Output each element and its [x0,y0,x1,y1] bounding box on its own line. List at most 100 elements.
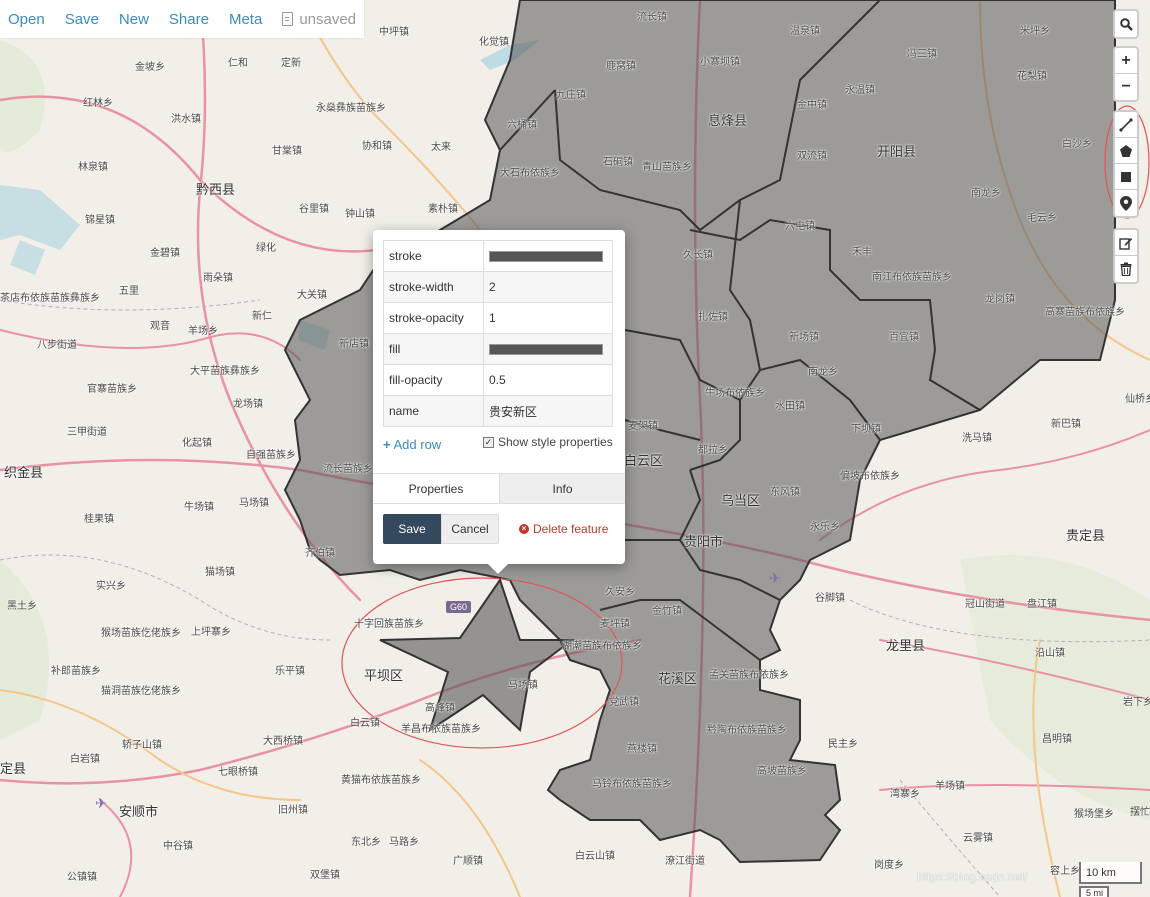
draw-polygon-button[interactable] [1115,138,1137,164]
svg-text:✈: ✈ [95,796,107,812]
color-swatch[interactable] [489,343,603,355]
place-label: 齐伯镇 [305,548,335,559]
place-label: 马路乡 [389,837,419,848]
zoom-out-button[interactable]: − [1115,74,1137,100]
meta-button[interactable]: Meta [229,11,262,28]
search-button[interactable] [1115,11,1137,37]
place-label: 五里 [119,286,139,297]
route-shield: G60 [446,601,472,613]
place-label: 雨朵镇 [203,273,233,284]
delete-circle-icon: × [519,524,529,534]
place-label: 大关镇 [297,290,327,301]
place-label: 金坡乡 [135,62,165,73]
property-key[interactable]: fill-opacity [383,364,484,396]
property-value[interactable]: 1 [483,302,613,334]
place-label: 定新 [281,58,301,69]
edit-layers-button[interactable] [1115,230,1137,256]
property-value[interactable]: 0.5 [483,364,613,396]
place-label: 冠山街道 [965,599,1005,610]
place-label: 百宜镇 [889,332,919,343]
tab-info[interactable]: Info [499,474,625,503]
property-key[interactable]: fill [383,333,484,365]
place-label: 官寨苗族乡 [87,384,137,395]
place-label: 息烽县 [708,114,748,129]
place-label: 乌当区 [721,494,761,509]
show-style-toggle[interactable]: ✓ Show style properties [483,435,613,449]
show-style-checkbox[interactable]: ✓ [483,436,494,448]
place-label: 九庄镇 [556,90,586,101]
place-label: 上坪寨乡 [191,627,231,638]
place-label: 花溪区 [658,672,698,687]
place-label: 金中镇 [797,100,827,111]
property-row: name 贵安新区 [383,395,613,427]
place-label: 绿化 [256,243,276,254]
place-label: 大石布依族乡 [500,168,560,179]
place-label: 龙里县 [886,639,926,654]
draw-marker-button[interactable] [1115,190,1137,216]
place-label: 黔陶布依族苗族乡 [707,725,787,736]
place-label: 双堡镇 [310,870,340,881]
place-label: 东风镇 [770,487,800,498]
open-button[interactable]: Open [8,11,45,28]
delete-feature-label: Delete feature [533,522,609,536]
place-label: 民主乡 [828,739,858,750]
tab-properties[interactable]: Properties [373,474,499,503]
place-label: 水田镇 [775,401,805,412]
popup-save-button[interactable]: Save [383,514,441,544]
place-label: 三甲街道 [67,427,107,438]
place-label: 十字回族苗族乡 [354,619,424,630]
save-button[interactable]: Save [65,11,99,28]
share-button[interactable]: Share [169,11,209,28]
watermark: https://blog.csdn.net/ [917,870,1028,884]
place-label: 贵定县 [1066,529,1106,544]
draw-rectangle-button[interactable] [1115,164,1137,190]
zoom-in-button[interactable]: + [1115,48,1137,74]
delete-feature-button[interactable]: × Delete feature [519,522,608,536]
place-label: 小寨坝镇 [700,57,740,68]
property-key[interactable]: name [383,395,484,427]
draw-line-button[interactable] [1115,112,1137,138]
place-label: 金碧镇 [150,248,180,259]
place-label: 下坝镇 [851,424,881,435]
place-label: 久安乡 [605,587,635,598]
property-value[interactable] [483,240,613,272]
place-label: 洗马镇 [962,433,992,444]
place-label: 中谷镇 [163,841,193,852]
place-label: 仙桥乡 [1125,394,1150,405]
popup-cancel-button[interactable]: Cancel [441,514,499,544]
property-key[interactable]: stroke-opacity [383,302,484,334]
draw-marker-icon [1120,195,1132,211]
property-key[interactable]: stroke [383,240,484,272]
place-label: 轿子山镇 [122,740,162,751]
place-label: 麦坪镇 [600,619,630,630]
place-label: 禾丰 [852,247,872,258]
delete-layers-button[interactable] [1115,256,1137,282]
property-key[interactable]: stroke-width [383,271,484,303]
place-label: 流长苗族乡 [323,464,373,475]
place-label: 牛场布依族乡 [705,388,765,399]
add-row-label: Add row [393,437,442,452]
edit-toolbar [1113,228,1139,284]
place-label: 黔西县 [196,183,236,198]
place-label: 洪水镇 [171,114,201,125]
place-label: 白云镇 [350,718,380,729]
property-value[interactable]: 贵安新区 [483,395,613,427]
property-value[interactable] [483,333,613,365]
place-label: 南龙乡 [971,188,1001,199]
property-row: fill [383,333,613,365]
property-value[interactable]: 2 [483,271,613,303]
place-label: 南江布依族苗族乡 [872,272,952,283]
place-label: 太来 [431,142,451,153]
place-label: 协和镇 [362,141,392,152]
add-row-button[interactable]: + Add row [383,435,443,455]
new-button[interactable]: New [119,11,149,28]
place-label: 安顺市 [119,805,159,820]
delete-layers-icon [1120,262,1132,276]
place-label: 新仁 [252,311,272,322]
place-label: 林泉镇 [78,162,108,173]
file-status: unsaved [282,11,356,28]
place-label: 乐平镇 [275,666,305,677]
color-swatch[interactable] [489,250,603,262]
search-icon [1119,17,1133,31]
place-label: 补郎苗族乡 [51,666,101,677]
